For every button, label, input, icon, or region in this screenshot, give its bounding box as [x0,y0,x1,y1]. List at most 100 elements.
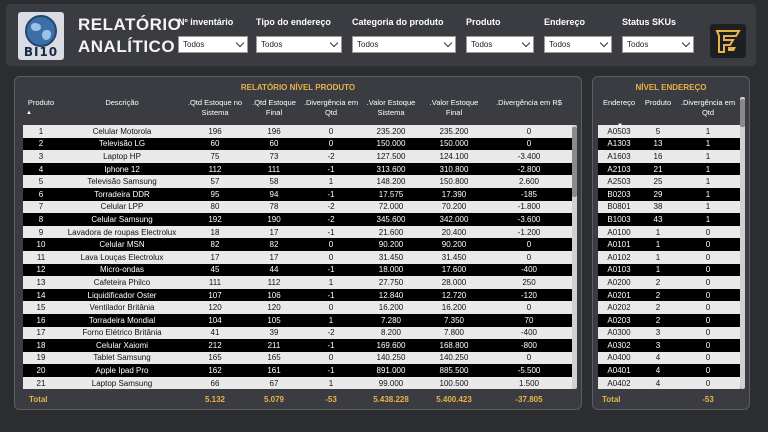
table-row[interactable]: 19 Tablet Samsung 165 165 0 140.250 140.250 0 [23,351,573,365]
cell-valor-sistema: 72.000 [359,200,423,214]
table-row[interactable]: A0101 1 0 [598,238,740,251]
table-row[interactable]: A1303 13 1 [598,137,740,151]
product-select[interactable]: Todos [466,36,534,53]
cell-qtd-final: 58 [245,175,303,188]
col-header-div-qtd[interactable]: .Divergência em Qtd [303,97,359,125]
scroll-thumb[interactable] [572,127,577,197]
cell-qtd-sistema: 60 [185,137,245,151]
table-row[interactable]: 10 Celular MSN 82 82 0 90.200 90.200 0 [23,238,573,251]
product-scrollbar[interactable] [572,125,577,389]
table-row[interactable]: 17 Forno Elétrico Britânia 41 39 -2 8.200 7.80… [23,326,573,340]
cell-endereco: A0300 [598,326,640,340]
table-row[interactable]: 8 Celular Samsung 192 190 -2 345.600 342.000 -3… [23,213,573,226]
cell-valor-final: 168.800 [423,339,485,352]
table-row[interactable]: 15 Ventilador Britânia 120 120 0 16.200 16.200… [23,301,573,314]
cell-qtd-sistema: 95 [185,187,245,201]
table-row[interactable]: A0103 1 0 [598,263,740,277]
table-row[interactable]: 11 Lava Louças Electrolux 17 17 0 31.450 31.45… [23,250,573,264]
sku-status-select[interactable]: Todos [622,36,694,53]
cell-produto: 21 [640,162,676,176]
cell-qtd-final: 161 [245,364,303,377]
table-row[interactable]: A0402 4 0 [598,376,740,390]
table-row[interactable]: B0801 38 1 [598,200,740,214]
table-row[interactable]: 4 Iphone 12 112 111 -1 313.600 310.800 -2.800 [23,162,573,176]
table-row[interactable]: 7 Celular LPP 80 78 -2 72.000 70.200 -1.800 [23,200,573,214]
product-category-select[interactable]: Todos [352,36,456,53]
table-row[interactable]: 13 Cafeteira Philco 111 112 1 27.750 28.000 250 [23,276,573,289]
cell-div-qtd: 1 [676,187,740,201]
cell-valor-final: 28.000 [423,276,485,289]
col-header-descricao[interactable]: Descrição [59,97,185,125]
table-row[interactable]: 12 Micro-ondas 45 44 -1 18.000 17.600 -400 [23,263,573,277]
table-row[interactable]: A0201 2 0 [598,288,740,302]
table-row[interactable]: 14 Liquidificador Oster 107 106 -1 12.840 12.7… [23,288,573,302]
table-row[interactable]: A0102 1 0 [598,250,740,264]
col-header-produto[interactable]: Produto ▲ [23,97,59,125]
table-row[interactable]: A0200 2 0 [598,276,740,289]
col-header-qtd-sistema[interactable]: .Qtd Estoque no Sistema [185,97,245,125]
table-row[interactable]: A0203 2 0 [598,313,740,327]
cell-div-valor: -1.200 [485,225,573,239]
cell-valor-final: 17.600 [423,263,485,277]
table-row[interactable]: A0302 3 0 [598,339,740,352]
total-valor-final: 5.400.423 [436,395,472,404]
cell-div-qtd: 0 [676,250,740,264]
cell-qtd-sistema: 165 [185,351,245,365]
scroll-thumb[interactable] [740,99,745,127]
cell-produto: 1 [640,225,676,239]
header-bar: BI10 RELATÓRIO ANALÍTICO Nº inventário T… [6,4,756,66]
col-header-valor-final[interactable]: .Valor Estoque Final [423,97,485,125]
total-div-qtd: -53 [702,395,714,404]
table-row[interactable]: A0300 3 0 [598,326,740,340]
cell-qtd-final: 82 [245,238,303,251]
col-header-div-valor[interactable]: .Divergência em R$ [485,97,573,125]
cell-valor-final: 342.000 [423,213,485,226]
table-row[interactable]: B1003 43 1 [598,213,740,226]
cell-div-valor: -185 [485,187,573,201]
cell-produto: 38 [640,200,676,214]
table-row[interactable]: 21 Laptop Samsung 66 67 1 99.000 100.500 1.500 [23,376,573,390]
col-header-valor-sistema[interactable]: .Valor Estoque Sistema [359,97,423,125]
table-row[interactable]: 16 Torradeira Mondial 104 105 1 7.280 7.350 70 [23,313,573,327]
table-row[interactable]: 9 Lavadora de roupas Electrolux 18 17 -1 21.6… [23,225,573,239]
cell-qtd-final: 17 [245,225,303,239]
table-row[interactable]: A2503 25 1 [598,175,740,188]
table-row[interactable]: 1 Celular Motorola 196 196 0 235.200 235.200 0 [23,125,573,138]
inventory-select[interactable]: Todos [178,36,248,53]
cell-qtd-final: 78 [245,200,303,214]
table-row[interactable]: 5 Televisão Samsung 57 58 1 148.200 150.800 2.6… [23,175,573,188]
table-row[interactable]: 2 Televisão LG 60 60 0 150.000 150.000 0 [23,137,573,151]
table-row[interactable]: B0203 29 1 [598,187,740,201]
cell-descricao: Celular LPP [59,200,185,214]
cell-qtd-sistema: 82 [185,238,245,251]
chevron-down-icon [235,38,245,48]
cell-descricao: Laptop HP [59,150,185,163]
table-row[interactable]: 6 Torradeira DDR 95 94 -1 17.575 17.390 -185 [23,187,573,201]
table-row[interactable]: 3 Laptop HP 75 73 -2 127.500 124.100 -3.400 [23,150,573,163]
table-row[interactable]: A2103 21 1 [598,162,740,176]
table-row[interactable]: A0100 1 0 [598,225,740,239]
cell-descricao: Televisão LG [59,137,185,151]
brand-icon[interactable] [710,24,746,58]
table-row[interactable]: A0400 4 0 [598,351,740,365]
table-row[interactable]: A0202 2 0 [598,301,740,314]
sort-asc-icon[interactable]: ▲ [23,108,59,118]
table-row[interactable]: 18 Celular Xaiomi 212 211 -1 169.600 168.800 -8… [23,339,573,352]
address-scrollbar[interactable] [740,97,745,389]
sort-desc-icon[interactable]: ▼ [614,121,623,131]
cell-div-valor: -3.600 [485,213,573,226]
col-header-qtd-final[interactable]: .Qtd Estoque Final [245,97,303,125]
cell-valor-final: 17.390 [423,187,485,201]
table-row[interactable]: A0401 4 0 [598,364,740,377]
col-header-div-qtd[interactable]: .Divergência em Qtd ▼ [617,97,740,129]
cell-endereco: B0801 [598,200,640,214]
table-row[interactable]: 20 Apple Ipad Pro 162 161 -1 891.000 885.500 -5… [23,364,573,377]
filter-label: Endereço [544,17,586,27]
col-header-produto[interactable]: Produto [640,97,676,125]
cell-produto: 43 [640,213,676,226]
cell-descricao: Cafeteira Philco [59,276,185,289]
address-type-select[interactable]: Todos [256,36,342,53]
address-select[interactable]: Todos [544,36,612,53]
cell-produto: 12 [23,263,59,277]
table-row[interactable]: A1603 16 1 [598,150,740,163]
